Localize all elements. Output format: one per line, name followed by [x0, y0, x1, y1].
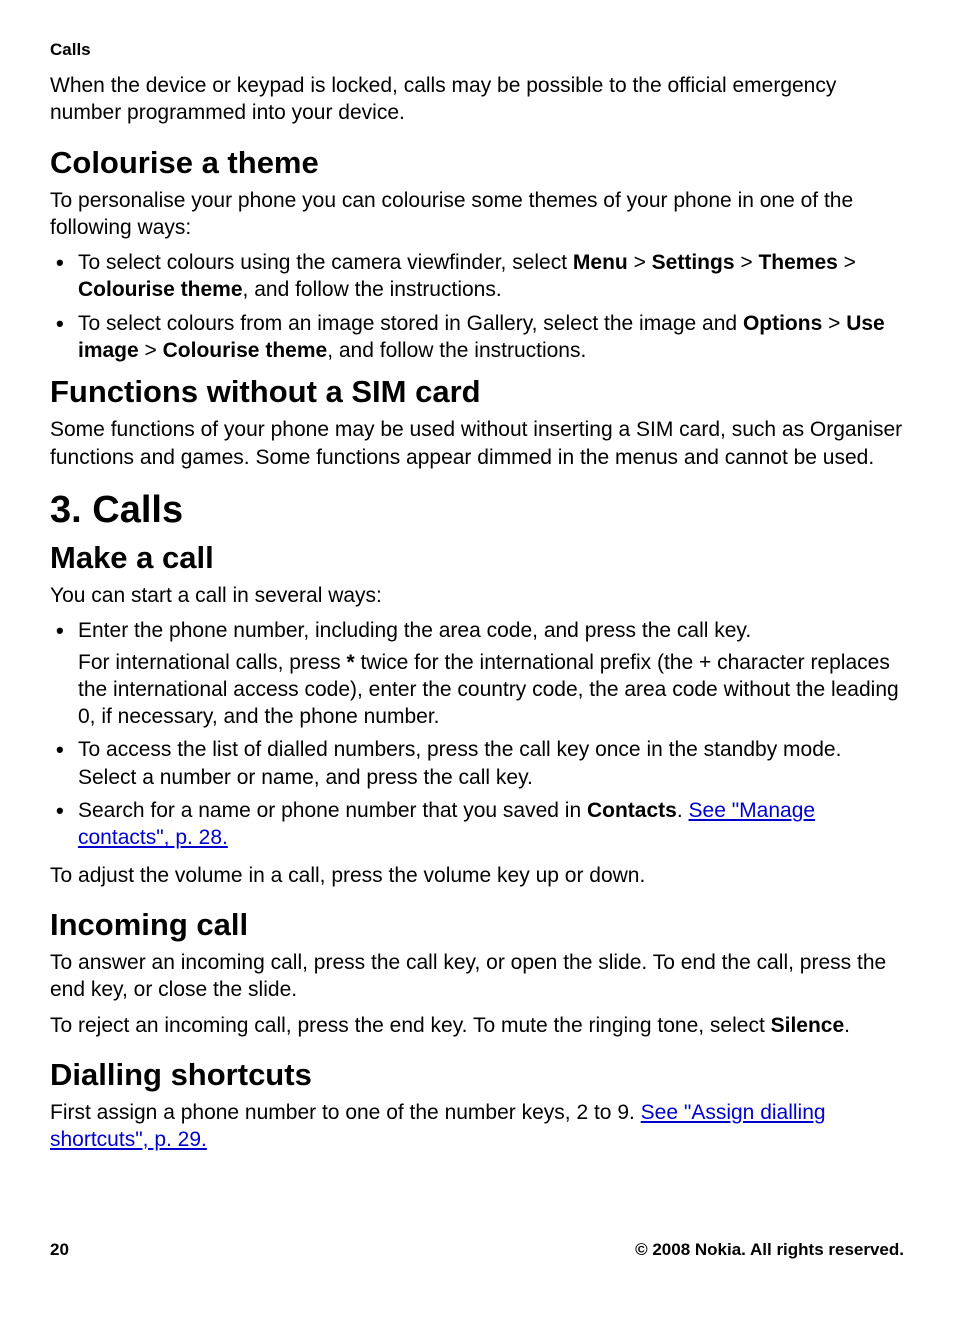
text: To select colours using the camera viewf… [78, 251, 573, 274]
menu-label: Contacts [587, 799, 677, 822]
text: For international calls, press [78, 651, 346, 674]
incoming-para1: To answer an incoming call, press the ca… [50, 949, 904, 1004]
incoming-para2: To reject an incoming call, press the en… [50, 1012, 904, 1039]
heading-functions: Functions without a SIM card [50, 374, 904, 410]
menu-label: Menu [573, 251, 628, 274]
menu-label: Options [743, 312, 822, 335]
list-item: To access the list of dialled numbers, p… [50, 736, 904, 791]
functions-para: Some functions of your phone may be used… [50, 416, 904, 471]
makecall-para: You can start a call in several ways: [50, 582, 904, 609]
text: Search for a name or phone number that y… [78, 799, 587, 822]
makecall-list: Enter the phone number, including the ar… [50, 617, 904, 851]
text: , and follow the instructions. [243, 278, 502, 301]
makecall-para2: To adjust the volume in a call, press th… [50, 862, 904, 889]
chapter-heading: 3. Calls [50, 489, 904, 532]
menu-label: Colourise theme [78, 278, 243, 301]
list-item: Enter the phone number, including the ar… [50, 617, 904, 730]
heading-dialling: Dialling shortcuts [50, 1057, 904, 1093]
separator: > [735, 251, 759, 274]
page-footer: 20 © 2008 Nokia. All rights reserved. [50, 1240, 904, 1260]
colourise-list: To select colours using the camera viewf… [50, 249, 904, 364]
list-item: Search for a name or phone number that y… [50, 797, 904, 852]
list-item: To select colours from an image stored i… [50, 310, 904, 365]
menu-label: Silence [771, 1014, 845, 1037]
dialling-para: First assign a phone number to one of th… [50, 1099, 904, 1154]
separator: > [838, 251, 856, 274]
menu-label: Settings [652, 251, 735, 274]
heading-colourise: Colourise a theme [50, 145, 904, 181]
key-label: * [346, 651, 354, 674]
text: First assign a phone number to one of th… [50, 1101, 641, 1124]
text: . [844, 1014, 850, 1037]
list-item: To select colours using the camera viewf… [50, 249, 904, 304]
text: , and follow the instructions. [327, 339, 586, 362]
text: To select colours from an image stored i… [78, 312, 743, 335]
page-number: 20 [50, 1240, 69, 1260]
heading-makecall: Make a call [50, 540, 904, 576]
copyright-text: © 2008 Nokia. All rights reserved. [635, 1240, 904, 1260]
text: To reject an incoming call, press the en… [50, 1014, 771, 1037]
colourise-para: To personalise your phone you can colour… [50, 187, 904, 242]
separator: > [822, 312, 846, 335]
menu-label: Colourise theme [163, 339, 328, 362]
text: Enter the phone number, including the ar… [78, 619, 751, 642]
intro-paragraph: When the device or keypad is locked, cal… [50, 72, 904, 127]
separator: > [139, 339, 163, 362]
menu-label: Themes [758, 251, 837, 274]
heading-incoming: Incoming call [50, 907, 904, 943]
header-section-label: Calls [50, 40, 904, 60]
separator: > [628, 251, 652, 274]
text: . [677, 799, 689, 822]
